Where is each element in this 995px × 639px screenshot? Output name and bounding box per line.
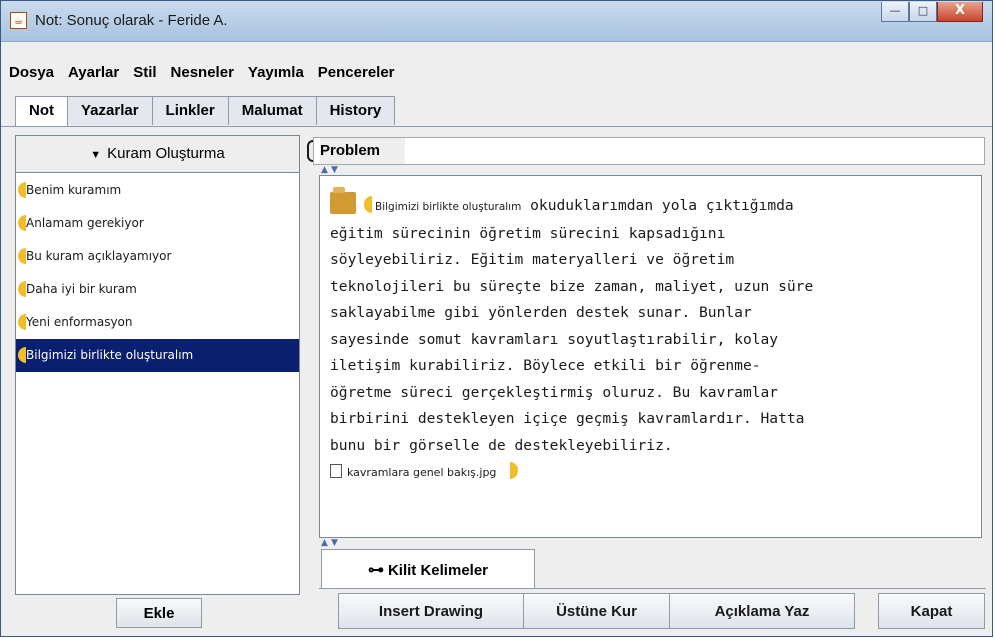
close-window-button[interactable]: X xyxy=(937,2,983,22)
tab-not[interactable]: Not xyxy=(15,96,68,127)
ustune-kur-button[interactable]: Üstüne Kur xyxy=(523,593,670,629)
note-line: birbirini destekleyen içiçe geçmiş kavra… xyxy=(330,410,805,427)
scaffold-close-icon xyxy=(510,462,519,479)
list-item-label: Bu kuram açıklayamıyor xyxy=(26,249,172,263)
menu-dosya[interactable]: Dosya xyxy=(9,64,54,81)
note-line: saklayabilme gibi yönlerden destek sunar… xyxy=(330,304,752,321)
main-tabs: Not Yazarlar Linkler Malumat History xyxy=(15,96,396,127)
scaffold-title: Kuram Oluşturma xyxy=(107,145,225,162)
kapat-button[interactable]: Kapat xyxy=(878,593,985,629)
list-item-label: Yeni enformasyon xyxy=(26,315,133,329)
menu-yayimla[interactable]: Yayımla xyxy=(248,64,304,81)
menu-ayarlar[interactable]: Ayarlar xyxy=(68,64,119,81)
note-line: söyleyebiliriz. Eğitim materyalleri ve ö… xyxy=(330,251,735,268)
split-down-icon: ▼ xyxy=(331,165,338,175)
split-up-icon: ▲ xyxy=(321,165,328,175)
tab-malumat[interactable]: Malumat xyxy=(227,96,317,125)
scaffold-bullet-icon xyxy=(18,281,26,297)
key-icon: ⊶ xyxy=(367,562,384,579)
note-line: teknolojileri bu süreçte bize zaman, mal… xyxy=(330,277,814,295)
list-item-label: Daha iyi bir kuram xyxy=(26,282,137,296)
window-title: Not: Sonuç olarak - Feride A. xyxy=(35,12,228,29)
insert-drawing-button[interactable]: Insert Drawing xyxy=(338,593,524,629)
tab-divider xyxy=(1,126,992,127)
problem-label: Problem xyxy=(320,138,405,164)
scaffold-bullet-icon xyxy=(18,347,26,363)
kilit-divider xyxy=(319,588,986,589)
list-item[interactable]: Daha iyi bir kuram xyxy=(16,273,299,306)
note-line: iletişim kurabiliriz. Böylece etkili bir… xyxy=(330,357,761,374)
attachment-link[interactable]: kavramlara genel bakış.jpg xyxy=(347,460,496,487)
list-item-label: Anlamam gerekiyor xyxy=(26,216,144,230)
scaffold-bullet-icon xyxy=(18,314,26,330)
minimize-button[interactable]: — xyxy=(881,2,909,22)
scaffold-bullet-icon xyxy=(18,248,26,264)
window-controls: — □ X xyxy=(881,2,983,24)
list-item[interactable]: Yeni enformasyon xyxy=(16,306,299,339)
note-line: eğitim sürecinin öğretim sürecini kapsad… xyxy=(330,224,726,242)
list-item-label: Bilgimizi birlikte oluşturalım xyxy=(26,348,194,362)
note-line-first: Bilgimizi birlikte oluşturalım okuduklar… xyxy=(330,187,970,221)
maximize-button[interactable]: □ xyxy=(909,2,937,22)
note-line: okuduklarımdan yola çıktığımda xyxy=(530,197,794,214)
tab-history[interactable]: History xyxy=(315,96,396,125)
note-content: Bilgimizi birlikte oluşturalım okuduklar… xyxy=(330,187,970,487)
split-down-icon: ▼ xyxy=(331,538,338,548)
list-item-label: Benim kuramım xyxy=(26,183,122,197)
splitter-top[interactable]: ▲ ▼ xyxy=(319,165,985,175)
scaffold-panel: ▼ Kuram Oluşturma Benim kuramım Anlamam g… xyxy=(15,135,300,595)
menu-pencereler[interactable]: Pencereler xyxy=(318,64,395,81)
note-line: sayesinde somut kavramları soyutlaştırab… xyxy=(330,330,779,348)
add-button[interactable]: Ekle xyxy=(116,598,202,628)
scaffold-tag[interactable]: Bilgimizi birlikte oluşturalım xyxy=(375,201,521,213)
tab-yazarlar[interactable]: Yazarlar xyxy=(67,96,153,125)
aciklama-yaz-button[interactable]: Açıklama Yaz xyxy=(669,593,855,629)
image-file-icon xyxy=(330,464,342,478)
title-bar[interactable]: ☕ Not: Sonuç olarak - Feride A. — □ X xyxy=(1,1,992,42)
scaffold-bullet-icon xyxy=(18,182,26,198)
menu-nesneler[interactable]: Nesneler xyxy=(171,64,234,81)
kilit-kelimeler-label: Kilit Kelimeler xyxy=(387,562,489,579)
note-window: ☕ Not: Sonuç olarak - Feride A. — □ X Do… xyxy=(0,0,993,637)
scaffold-list: Benim kuramım Anlamam gerekiyor Bu kuram… xyxy=(16,174,299,372)
tab-kilit-kelimeler[interactable]: ⊶ Kilit Kelimeler xyxy=(321,549,535,589)
menu-stil[interactable]: Stil xyxy=(133,64,156,81)
problem-field[interactable]: Problem xyxy=(313,137,985,165)
split-up-icon: ▲ xyxy=(321,538,328,548)
note-line: bunu bir görselle de destekleyebiliriz. xyxy=(330,436,673,454)
triangle-down-icon: ▼ xyxy=(90,149,102,161)
tab-linkler[interactable]: Linkler xyxy=(151,96,229,125)
note-line: öğretme süreci gerçekleştirmiş oluruz. B… xyxy=(330,383,779,401)
folder-icon xyxy=(330,187,356,214)
list-item[interactable]: Benim kuramım xyxy=(16,174,299,207)
list-item[interactable]: Bu kuram açıklayamıyor xyxy=(16,240,299,273)
splitter-bottom[interactable]: ▲ ▼ xyxy=(319,538,985,548)
menu-bar: Dosya Ayarlar Stil Nesneler Yayımla Penc… xyxy=(1,58,992,86)
note-text-area[interactable]: Bilgimizi birlikte oluşturalım okuduklar… xyxy=(319,175,982,538)
java-cup-icon: ☕ xyxy=(10,12,27,29)
scaffold-dropdown[interactable]: ▼ Kuram Oluşturma xyxy=(16,136,299,173)
attachment-row: kavramlara genel bakış.jpg xyxy=(330,459,970,487)
list-item-selected[interactable]: Bilgimizi birlikte oluşturalım xyxy=(16,339,299,372)
scaffold-bullet-icon xyxy=(18,215,26,231)
list-item[interactable]: Anlamam gerekiyor xyxy=(16,207,299,240)
scaffold-open-icon xyxy=(364,196,372,213)
